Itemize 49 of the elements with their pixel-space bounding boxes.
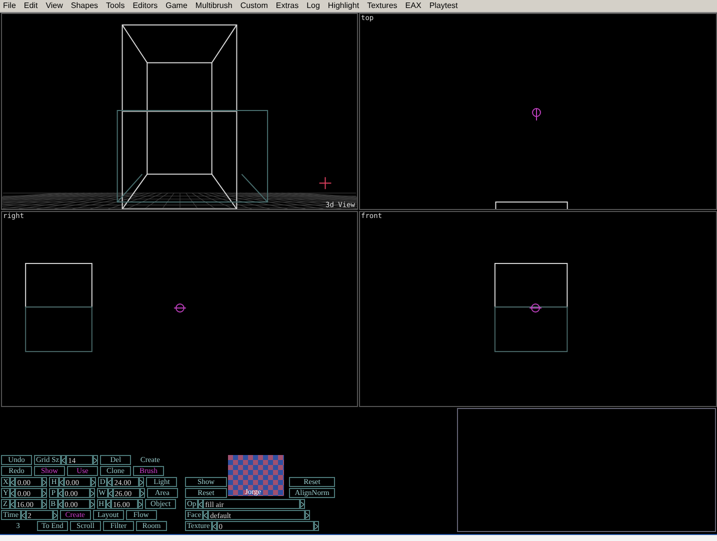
increment-button[interactable] [93, 455, 98, 465]
menu-item[interactable]: Shapes [70, 0, 98, 12]
camera-marker-icon [174, 304, 186, 312]
room-outline [25, 306, 92, 352]
increment-button[interactable] [90, 499, 95, 509]
increment-button[interactable] [42, 477, 48, 487]
increment-button[interactable] [42, 499, 47, 509]
menu-item[interactable]: EAX [405, 0, 422, 12]
decrement-button[interactable] [61, 455, 66, 465]
increment-button[interactable] [140, 488, 145, 498]
decrement-button[interactable] [58, 499, 63, 509]
decrement-button[interactable] [212, 521, 217, 531]
decrement-button[interactable] [106, 499, 112, 509]
crosshair-icon [318, 176, 332, 190]
menu-item[interactable]: Multibrush [195, 0, 232, 12]
increment-button[interactable] [42, 488, 48, 498]
menu-item[interactable]: Custom [240, 0, 268, 12]
decrement-button[interactable] [107, 477, 112, 487]
decrement-button[interactable] [58, 477, 64, 487]
decrement-button[interactable] [198, 499, 204, 509]
increment-button[interactable] [52, 510, 58, 520]
increment-button[interactable] [138, 499, 144, 509]
menu-item[interactable]: Log [306, 0, 320, 12]
menu-item[interactable]: Edit [24, 0, 38, 12]
increment-button[interactable] [90, 477, 96, 487]
decrement-button[interactable] [58, 488, 63, 498]
camera-marker-icon [532, 108, 541, 121]
menu-item[interactable]: Extras [276, 0, 299, 12]
menu-item[interactable]: View [46, 0, 63, 12]
camera-marker-icon [529, 304, 542, 312]
increment-button[interactable] [90, 488, 95, 498]
menu-item[interactable]: Game [166, 0, 188, 12]
decrement-button[interactable] [10, 499, 15, 509]
decrement-button[interactable] [20, 510, 26, 520]
menu-item[interactable]: Tools [106, 0, 125, 12]
menu-item[interactable]: Textures [367, 0, 398, 12]
menu-item[interactable]: Playtest [429, 0, 458, 12]
decrement-button[interactable] [10, 477, 16, 487]
decrement-button[interactable] [10, 488, 16, 498]
brush-outline [25, 262, 92, 308]
increment-button[interactable] [305, 510, 310, 520]
decrement-button[interactable] [203, 510, 208, 520]
increment-button[interactable] [300, 499, 306, 509]
increment-button[interactable] [314, 521, 319, 531]
menu-item[interactable]: File [3, 0, 16, 12]
menu-item[interactable]: Highlight [328, 0, 360, 12]
increment-button[interactable] [139, 477, 144, 487]
decrement-button[interactable] [108, 488, 113, 498]
menu-item[interactable]: Editors [132, 0, 158, 12]
